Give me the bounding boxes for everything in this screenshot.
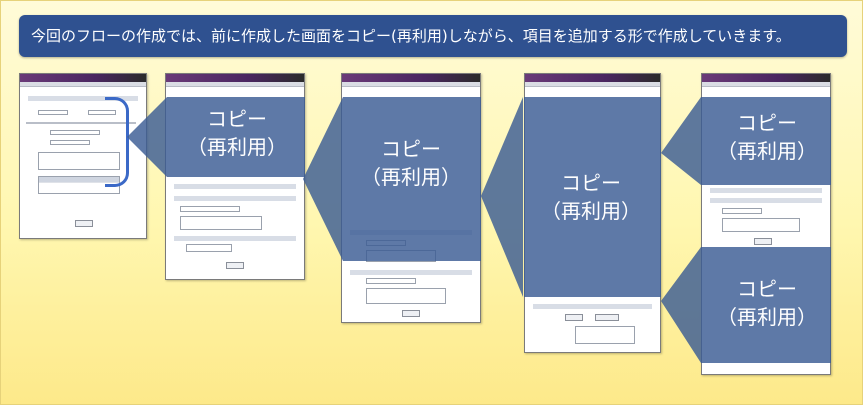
copy-connector-5 — [661, 247, 701, 363]
diagram-canvas: 今回のフローの作成では、前に作成した画面をコピー(再利用)しながら、項目を追加す… — [0, 0, 863, 405]
copy-label-4: コピー （再利用） — [717, 111, 817, 163]
copy-connector-3 — [481, 97, 523, 297]
copy-label-1: コピー （再利用） — [187, 107, 287, 159]
copy-connector-2 — [303, 97, 343, 261]
copy-label-5: コピー （再利用） — [717, 277, 817, 329]
copy-connector-4 — [661, 97, 701, 185]
copy-label-3: コピー （再利用） — [541, 171, 641, 223]
copy-label-2: コピー （再利用） — [361, 137, 461, 189]
copy-connector-1 — [127, 97, 167, 177]
